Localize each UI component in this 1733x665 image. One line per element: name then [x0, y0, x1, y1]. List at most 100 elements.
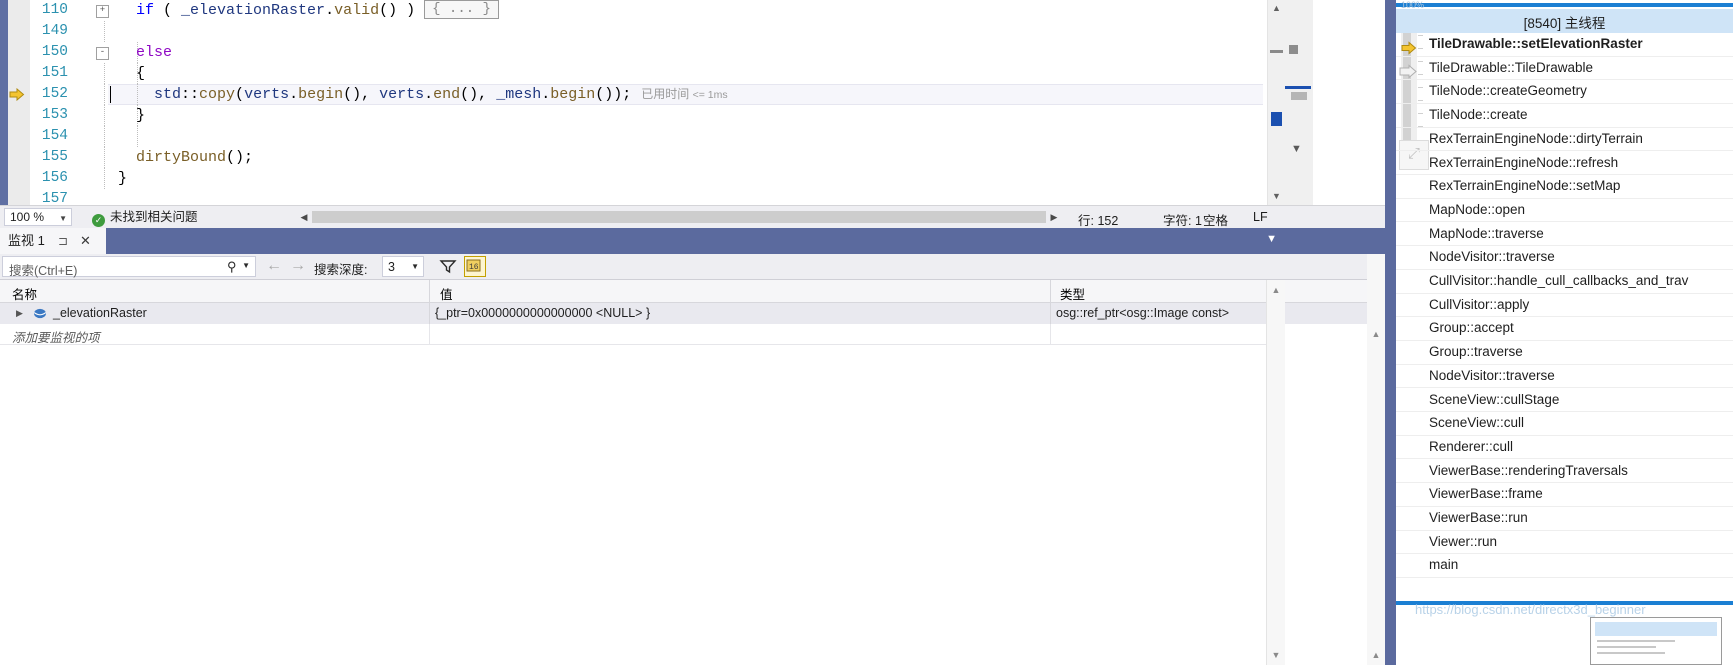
call-stack-frame[interactable]: TileDrawable::setElevationRaster: [1396, 33, 1733, 57]
code-line[interactable]: 153}: [0, 105, 1285, 126]
filter-icon[interactable]: [438, 256, 460, 277]
code-text[interactable]: }: [136, 105, 145, 126]
call-stack-frame[interactable]: ViewerBase::frame: [1396, 483, 1733, 507]
code-token: .: [424, 86, 434, 103]
code-line[interactable]: 152 std::copy(verts.begin(), verts.end(),…: [0, 84, 1285, 105]
editor-scroll-thumb[interactable]: [1271, 112, 1282, 126]
cell-divider: [429, 324, 430, 344]
scroll-down-icon[interactable]: ▼: [1268, 188, 1285, 205]
column-divider[interactable]: [1050, 280, 1051, 303]
code-text[interactable]: else: [136, 42, 172, 63]
cell-divider: [429, 303, 430, 324]
code-token: ());: [595, 86, 632, 103]
column-header-type[interactable]: 类型: [1060, 284, 1085, 303]
call-stack-frame[interactable]: RexTerrainEngineNode::setMap: [1396, 175, 1733, 199]
call-stack-frame[interactable]: TileDrawable::TileDrawable: [1396, 57, 1733, 81]
chevron-down-icon[interactable]: ▼: [59, 210, 67, 227]
call-stack-frame-label: NodeVisitor::traverse: [1429, 367, 1555, 383]
collapsed-block[interactable]: { ... }: [424, 0, 499, 19]
code-line[interactable]: 110 + if ( _elevationRaster.valid() ) { ..…: [0, 0, 1285, 21]
tab-watch-1[interactable]: 监视 1 ⊐ ✕: [0, 228, 106, 254]
code-line[interactable]: 151 {: [0, 63, 1285, 84]
scroll-up-icon[interactable]: ▲: [1268, 0, 1285, 17]
call-stack-frame-label: MapNode::traverse: [1429, 225, 1544, 241]
execution-pointer-icon: [9, 88, 27, 101]
code-text[interactable]: {: [136, 63, 145, 84]
editor-overview-margin[interactable]: ▼: [1285, 0, 1313, 228]
scroll-up-icon[interactable]: ▲: [1267, 282, 1285, 298]
pin-icon[interactable]: ⊐: [58, 228, 68, 254]
horizontal-scroll-thumb[interactable]: [312, 211, 1046, 223]
call-stack-frame[interactable]: RexTerrainEngineNode::dirtyTerrain: [1396, 128, 1733, 152]
call-stack-frame[interactable]: Viewer::run: [1396, 531, 1733, 555]
watch-item-value[interactable]: {_ptr=0x0000000000000000 <NULL> }: [435, 306, 650, 320]
scroll-up-icon[interactable]: ▲: [1367, 326, 1385, 342]
watch-scrollbar-overflow[interactable]: [1367, 254, 1385, 665]
call-stack-thread-header[interactable]: [8540] 主线程: [1396, 9, 1733, 33]
hex-display-toggle[interactable]: 16: [464, 256, 486, 277]
thumbnail-header-bar: [1595, 622, 1717, 636]
call-stack-frame[interactable]: CullVisitor::apply: [1396, 294, 1733, 318]
call-stack-frame[interactable]: TileNode::create: [1396, 104, 1733, 128]
search-next-icon[interactable]: →: [290, 257, 306, 275]
call-stack-frame[interactable]: SceneView::cull: [1396, 412, 1733, 436]
code-text[interactable]: std::copy(verts.begin(), verts.end(), _m…: [154, 84, 728, 106]
call-stack-frame[interactable]: ViewerBase::run: [1396, 507, 1733, 531]
call-stack-window[interactable]: 100% ⤢ [8540] 主线程 TileDrawable::setElevat…: [1385, 0, 1733, 665]
scroll-left-icon[interactable]: ◀: [296, 209, 312, 225]
call-stack-frame[interactable]: Group::traverse: [1396, 341, 1733, 365]
code-line[interactable]: 149: [0, 21, 1285, 42]
search-icon[interactable]: ⚲: [227, 259, 237, 275]
code-token: .: [289, 86, 299, 103]
chevron-right-icon[interactable]: ▶: [16, 308, 25, 319]
call-stack-frame[interactable]: RexTerrainEngineNode::refresh: [1396, 152, 1733, 175]
scroll-right-icon[interactable]: ▶: [1046, 209, 1062, 225]
call-stack-frame[interactable]: MapNode::open: [1396, 199, 1733, 223]
call-stack-frame[interactable]: MapNode::traverse: [1396, 223, 1733, 247]
collapse-region-icon[interactable]: -: [96, 47, 109, 60]
code-line[interactable]: 156}: [0, 168, 1285, 189]
scroll-down-icon[interactable]: ▼: [1267, 647, 1285, 663]
code-text[interactable]: if ( _elevationRaster.valid() ) { ... }: [136, 0, 499, 21]
thumbnail-line: [1597, 646, 1656, 648]
call-stack-frame[interactable]: Renderer::cull: [1396, 436, 1733, 460]
watch-add-row[interactable]: 添加要监视的项: [0, 324, 1267, 345]
zoom-level-combo[interactable]: 100 % ▼: [4, 208, 72, 226]
column-divider[interactable]: [429, 280, 430, 303]
call-stack-frame[interactable]: ViewerBase::renderingTraversals: [1396, 460, 1733, 484]
search-input[interactable]: 搜索(Ctrl+E) ⚲ ▼: [2, 256, 256, 278]
chevron-down-icon[interactable]: ▼: [1266, 233, 1277, 245]
scroll-down-icon[interactable]: ▼: [1291, 143, 1302, 155]
watch-vertical-scrollbar[interactable]: ▲ ▼: [1266, 280, 1285, 665]
close-icon[interactable]: ✕: [80, 228, 91, 254]
code-line[interactable]: 154: [0, 126, 1285, 147]
code-line[interactable]: 155 dirtyBound();: [0, 147, 1285, 168]
search-previous-icon[interactable]: ←: [266, 257, 282, 275]
call-stack-frame[interactable]: NodeVisitor::traverse: [1396, 246, 1733, 270]
editor-vertical-scrollbar[interactable]: ▲ ▼: [1267, 0, 1285, 205]
code-token: (: [235, 86, 245, 103]
code-text[interactable]: dirtyBound();: [136, 147, 253, 168]
code-text[interactable]: }: [118, 168, 127, 189]
call-stack-frame[interactable]: TileNode::createGeometry: [1396, 80, 1733, 104]
code-line[interactable]: 150 - else: [0, 42, 1285, 63]
column-header-value[interactable]: 值: [440, 284, 453, 303]
table-row[interactable]: ▶ _elevationRaster {_ptr=0x0000000000000…: [0, 303, 1267, 324]
editor-horizontal-scrollbar[interactable]: ◀ ▶: [296, 209, 1062, 225]
chevron-down-icon[interactable]: ▼: [242, 261, 250, 270]
column-header-name[interactable]: 名称: [12, 284, 37, 303]
call-stack-frame[interactable]: main: [1396, 554, 1733, 578]
call-stack-frame[interactable]: NodeVisitor::traverse: [1396, 365, 1733, 389]
call-stack-frame[interactable]: CullVisitor::handle_cull_callbacks_and_t…: [1396, 270, 1733, 294]
scroll-down-icon[interactable]: ▲: [1367, 647, 1385, 663]
code-lines-container[interactable]: 110 + if ( _elevationRaster.valid() ) { ..…: [0, 0, 1285, 207]
expand-region-icon[interactable]: +: [96, 5, 109, 18]
call-stack-frame[interactable]: SceneView::cullStage: [1396, 389, 1733, 412]
code-token: }: [136, 107, 146, 124]
code-editor-pane[interactable]: 110 + if ( _elevationRaster.valid() ) { ..…: [0, 0, 1285, 228]
chevron-down-icon[interactable]: ▼: [411, 262, 419, 271]
watch-grid[interactable]: 名称 值 类型 ▶ _elevationRaster {_ptr=0x00000…: [0, 280, 1285, 665]
overview-thumb[interactable]: [1291, 92, 1307, 100]
search-depth-combo[interactable]: 3 ▼: [382, 256, 424, 277]
call-stack-frame[interactable]: Group::accept: [1396, 317, 1733, 341]
